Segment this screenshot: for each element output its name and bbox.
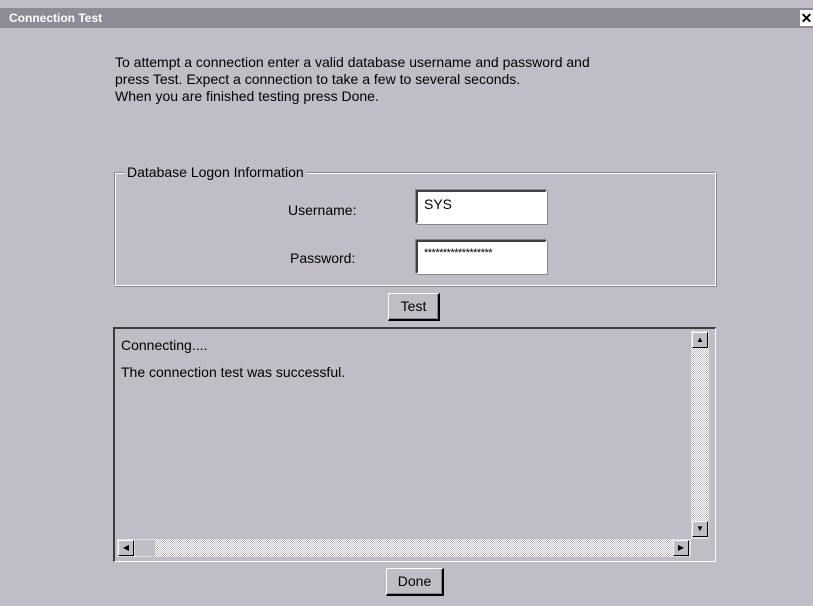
connection-test-dialog: Connection Test ✕ To attempt a connectio…	[0, 0, 813, 606]
database-logon-group: Database Logon Information Username: SYS…	[114, 164, 716, 286]
horizontal-scrollbar[interactable]: ◀ ▶	[117, 539, 691, 557]
window-title: Connection Test	[9, 11, 103, 25]
scroll-left-icon[interactable]: ◀	[118, 540, 134, 556]
username-field[interactable]: SYS	[416, 190, 547, 224]
scroll-right-icon[interactable]: ▶	[673, 540, 689, 556]
group-label: Database Logon Information	[124, 164, 307, 181]
username-label: Username:	[288, 202, 357, 218]
test-button[interactable]: Test	[388, 293, 440, 321]
output-log[interactable]: Connecting.... The connection test was s…	[113, 327, 716, 562]
instructions-text: To attempt a connection enter a valid da…	[115, 54, 735, 105]
output-line-1: Connecting....	[121, 337, 208, 353]
scrollbar-corner	[691, 539, 709, 557]
vertical-scrollbar[interactable]: ▲ ▼	[691, 331, 709, 539]
output-line-2: The connection test was successful.	[121, 364, 346, 380]
horizontal-scroll-thumb[interactable]	[135, 540, 155, 556]
password-field[interactable]: ******************	[416, 240, 547, 274]
scroll-down-icon[interactable]: ▼	[692, 521, 708, 537]
scroll-up-icon[interactable]: ▲	[692, 332, 708, 348]
password-label: Password:	[290, 250, 356, 266]
output-text: Connecting.... The connection test was s…	[121, 337, 345, 381]
instructions-line-1: To attempt a connection enter a valid da…	[115, 54, 590, 70]
title-bar[interactable]: Connection Test ✕	[0, 8, 813, 28]
close-icon[interactable]: ✕	[800, 10, 813, 26]
instructions-line-2: press Test. Expect a connection to take …	[115, 71, 521, 87]
instructions-line-3: When you are finished testing press Done…	[115, 88, 379, 104]
done-button[interactable]: Done	[386, 568, 444, 596]
